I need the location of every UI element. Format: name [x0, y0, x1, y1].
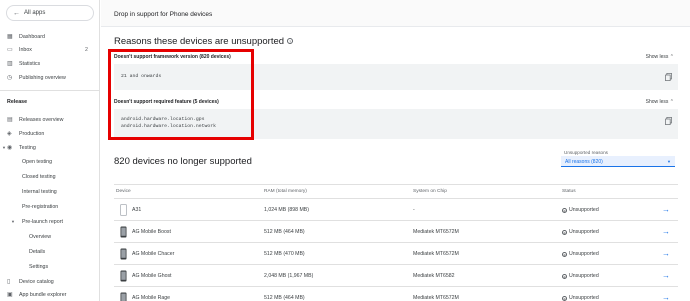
- sidebar-item-closed-testing[interactable]: Closed testing: [0, 170, 99, 183]
- sidebar-item-testing[interactable]: ▼ ◉ Testing: [0, 141, 99, 154]
- sidebar-item-pre-launch-report[interactable]: ▼ Pre-launch report: [0, 215, 99, 228]
- inbox-icon: ▭: [7, 46, 13, 53]
- devices-heading: 820 devices no longer supported: [114, 156, 252, 167]
- chevron-up-icon: ⌃: [669, 54, 674, 60]
- unsupported-status-icon: ⊘: [562, 273, 567, 279]
- red-highlight-box: [108, 49, 254, 140]
- back-arrow-icon: ←: [13, 9, 20, 17]
- sidebar-item-publishing-overview[interactable]: ◷ Publishing overview: [0, 71, 99, 84]
- top-bar-text: Drop in support for Phone devices: [114, 11, 213, 18]
- arrow-right-icon[interactable]: →: [662, 249, 670, 258]
- arrow-right-icon[interactable]: →: [662, 205, 670, 214]
- phone-icon: [120, 270, 127, 282]
- phone-icon: [120, 292, 127, 301]
- sidebar-item-device-catalog[interactable]: ▯ Device catalog: [0, 275, 99, 288]
- sidebar-item-settings[interactable]: Settings: [0, 260, 99, 273]
- statistics-icon: ▥: [7, 60, 13, 67]
- table-row[interactable]: A31 1,024 MB (898 MB) - ⊘ Unsupported →: [114, 199, 678, 221]
- sidebar-item-internal-testing[interactable]: Internal testing: [0, 185, 99, 198]
- releases-icon: ▤: [7, 116, 13, 123]
- show-less-toggle[interactable]: Show less ⌃: [646, 99, 674, 105]
- copy-icon[interactable]: [665, 117, 672, 125]
- device-catalog-icon: ▯: [7, 278, 11, 285]
- all-apps-button[interactable]: ← All apps: [6, 5, 94, 21]
- sidebar-item-production[interactable]: ◈ Production: [0, 127, 99, 140]
- sidebar-item-dashboard[interactable]: ▦ Dashboard: [0, 30, 99, 43]
- column-header-device: Device: [116, 189, 131, 194]
- production-icon: ◈: [7, 130, 12, 137]
- chevron-up-icon: ⌃: [669, 99, 674, 105]
- arrow-right-icon[interactable]: →: [662, 293, 670, 301]
- reasons-heading: Reasons these devices are unsupported?: [114, 36, 294, 47]
- sidebar-divider: [0, 90, 99, 91]
- testing-icon: ◉: [7, 144, 13, 151]
- all-apps-label: All apps: [24, 10, 46, 16]
- device-placeholder-icon: [120, 204, 127, 216]
- sidebar-item-pre-registration[interactable]: Pre-registration: [0, 200, 99, 213]
- unsupported-status-icon: ⊘: [562, 229, 567, 235]
- sidebar-item-overview[interactable]: Overview: [0, 230, 99, 243]
- sidebar-item-app-bundle-explorer[interactable]: ▣ App bundle explorer: [0, 288, 99, 301]
- show-less-toggle[interactable]: Show less ⌃: [646, 54, 674, 60]
- bundle-icon: ▣: [7, 291, 13, 298]
- sidebar-item-statistics[interactable]: ▥ Statistics: [0, 57, 99, 70]
- top-bar: Drop in support for Phone devices: [101, 0, 690, 27]
- table-header: Device RAM (total memory) System on Chip…: [114, 184, 678, 199]
- column-header-soc: System on Chip: [413, 189, 447, 194]
- table-row[interactable]: AG Mobile Ghost 2,048 MB (1,967 MB) Medi…: [114, 265, 678, 287]
- release-section-heading: Release: [7, 99, 28, 105]
- unsupported-status-icon: ⊘: [562, 251, 567, 257]
- arrow-right-icon[interactable]: →: [662, 271, 670, 280]
- sidebar-item-inbox[interactable]: ▭ Inbox 2: [0, 43, 99, 56]
- sidebar-item-details[interactable]: Details: [0, 245, 99, 258]
- chevron-down-icon: ▼: [11, 219, 15, 224]
- table-row[interactable]: AG Mobile Boost 512 MB (464 MB) Mediatek…: [114, 221, 678, 243]
- column-header-status: Status: [562, 189, 576, 194]
- chevron-down-icon: ▼: [2, 145, 6, 150]
- table-row[interactable]: AG Mobile Rage 512 MB (464 MB) Mediatek …: [114, 287, 678, 301]
- reasons-filter-select[interactable]: All reasons (820) ▼: [561, 156, 675, 167]
- unsupported-status-icon: ⊘: [562, 295, 567, 301]
- dropdown-arrow-icon: ▼: [667, 159, 671, 164]
- sidebar-item-releases-overview[interactable]: ▤ Releases overview: [0, 113, 99, 126]
- phone-icon: [120, 226, 127, 238]
- column-header-ram: RAM (total memory): [264, 189, 307, 194]
- sidebar: ← All apps ▦ Dashboard ▭ Inbox 2 ▥ Stati…: [0, 0, 100, 301]
- arrow-right-icon[interactable]: →: [662, 227, 670, 236]
- devices-table: Device RAM (total memory) System on Chip…: [114, 184, 678, 301]
- copy-icon[interactable]: [665, 73, 672, 81]
- filter-label: Unsupported reasons: [564, 150, 608, 155]
- table-row[interactable]: AG Mobile Chacer 512 MB (470 MB) Mediate…: [114, 243, 678, 265]
- unsupported-status-icon: ⊘: [562, 207, 567, 213]
- help-icon[interactable]: ?: [287, 38, 294, 45]
- main-content: Drop in support for Phone devices Reason…: [101, 0, 690, 301]
- dashboard-icon: ▦: [7, 33, 13, 40]
- publishing-icon: ◷: [7, 74, 13, 81]
- inbox-count: 2: [85, 46, 88, 53]
- phone-icon: [120, 248, 127, 260]
- sidebar-item-open-testing[interactable]: Open testing: [0, 155, 99, 168]
